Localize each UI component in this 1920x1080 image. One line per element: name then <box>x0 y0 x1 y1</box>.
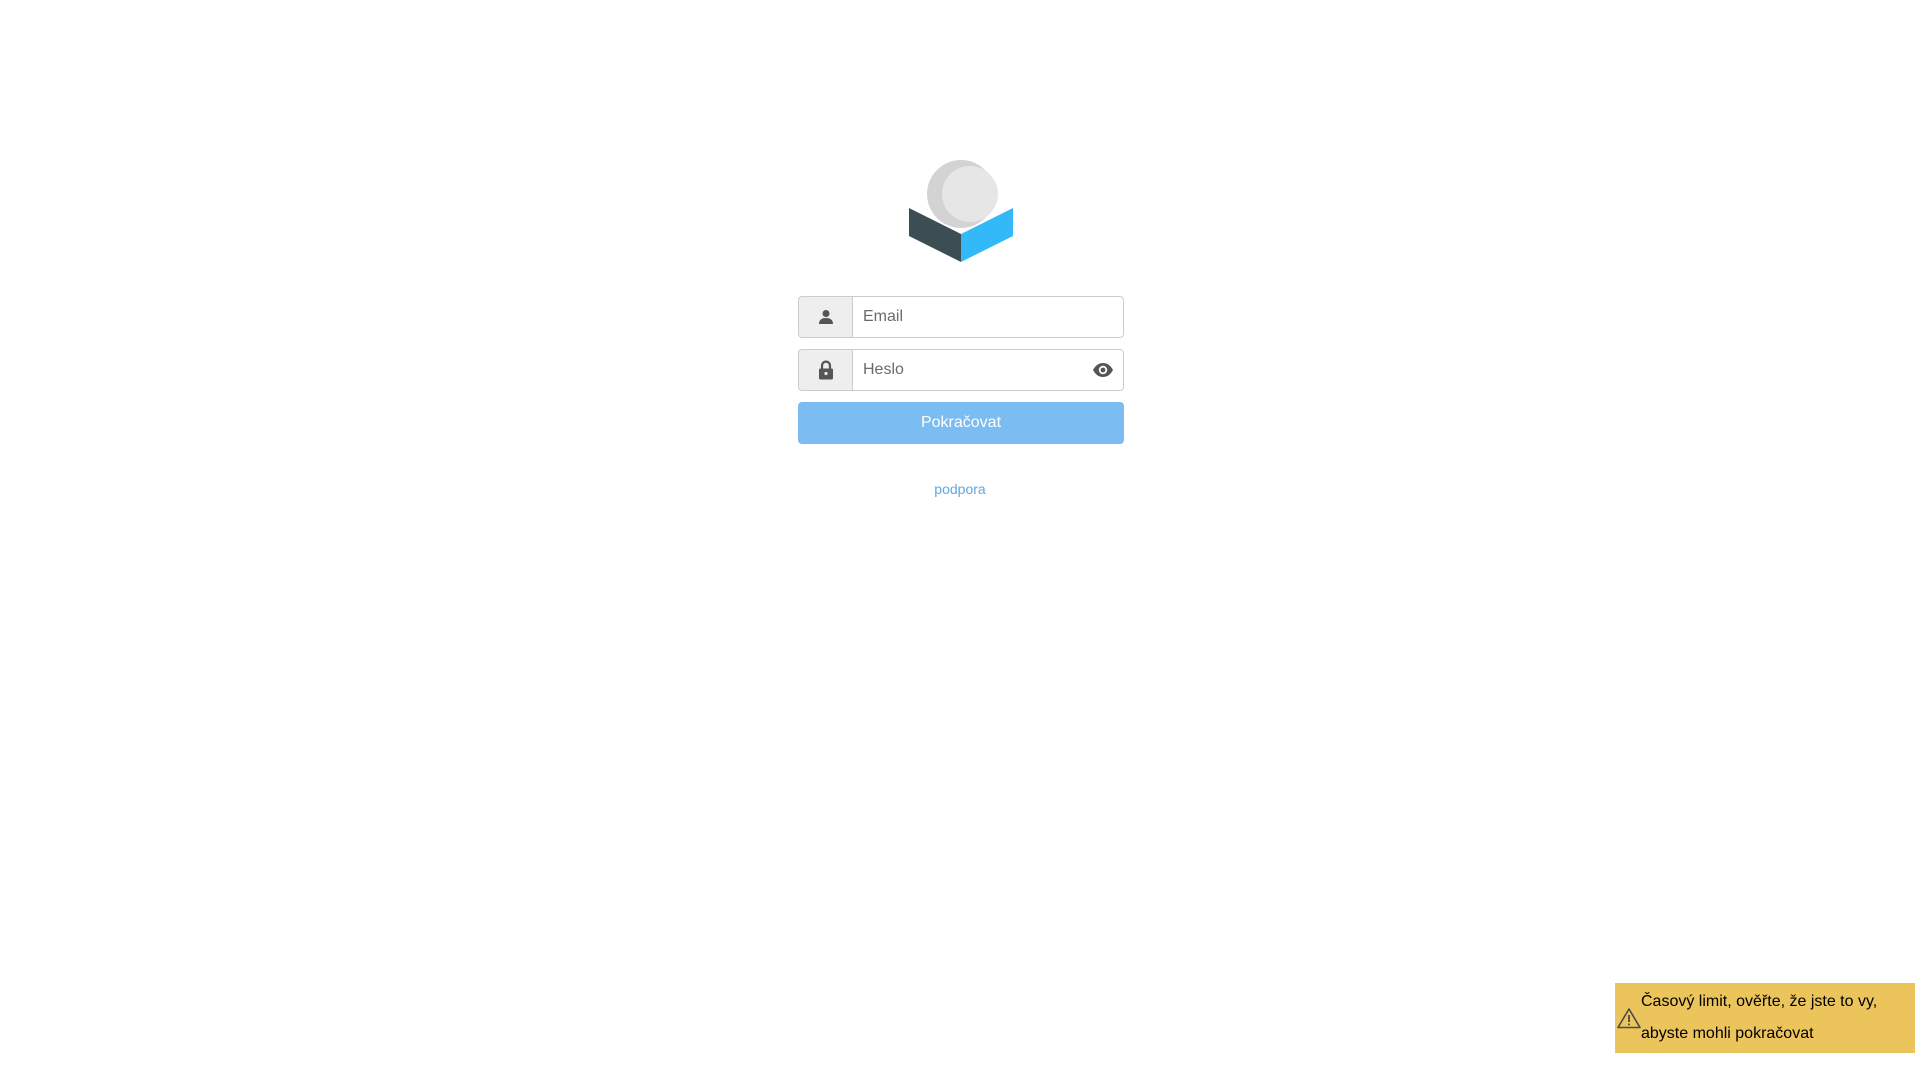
continue-button[interactable]: Pokračovat <box>798 402 1124 444</box>
app-logo <box>909 160 1013 262</box>
password-field[interactable] <box>852 349 1124 391</box>
password-addon <box>798 349 852 391</box>
password-group <box>798 349 1124 391</box>
lock-icon <box>818 360 833 380</box>
login-page: Pokračovat podpora Časový limit, ověřte,… <box>0 0 1920 1080</box>
email-field-wrap <box>852 296 1124 338</box>
login-form: Pokračovat <box>798 296 1124 444</box>
timeout-toast: Časový limit, ověřte, že jste to vy, aby… <box>1615 983 1915 1053</box>
email-field[interactable] <box>852 296 1124 338</box>
eye-icon[interactable] <box>1092 360 1114 380</box>
warning-icon <box>1617 1008 1641 1029</box>
user-icon <box>818 310 833 324</box>
support-row: podpora <box>0 481 1920 497</box>
email-group <box>798 296 1124 338</box>
toast-message: Časový limit, ověřte, že jste to vy, aby… <box>1641 993 1878 1042</box>
email-addon <box>798 296 852 338</box>
password-field-wrap <box>852 349 1124 391</box>
support-link[interactable]: podpora <box>934 481 985 497</box>
